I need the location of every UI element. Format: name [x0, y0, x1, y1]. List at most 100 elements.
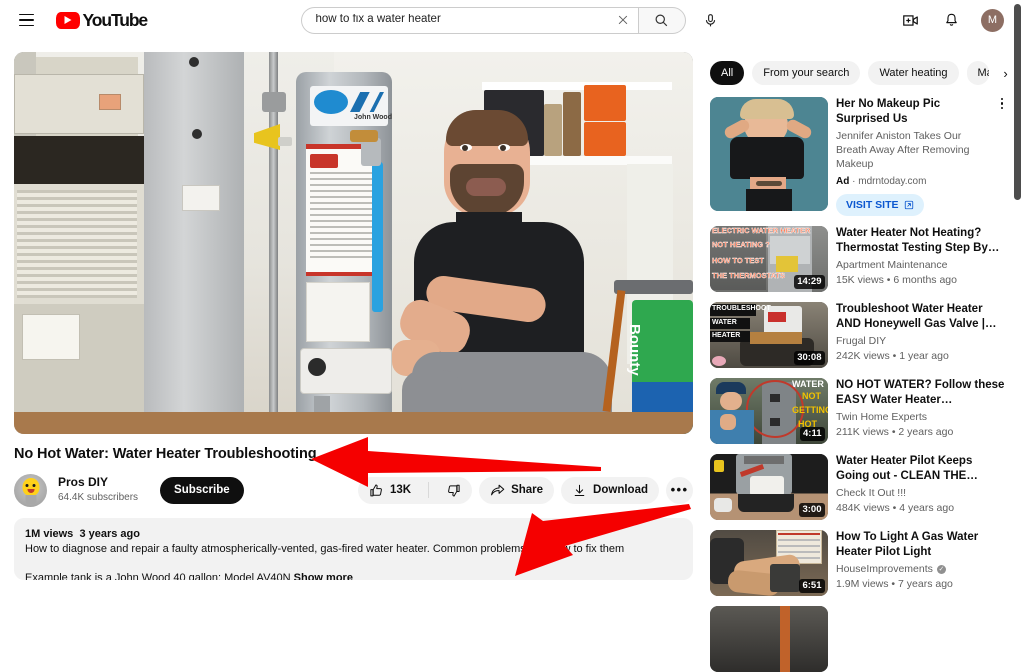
channel-name: Twin Home Experts [836, 411, 928, 423]
page-scrollbar[interactable] [1014, 4, 1021, 200]
masthead-right: M [774, 8, 1024, 32]
video-stats: 484K views • 4 years ago [836, 502, 955, 514]
thumbs-down-icon [448, 484, 460, 496]
channel-name: Frugal DIY [836, 335, 887, 347]
ad-thumbnail[interactable] [710, 97, 828, 211]
share-label: Share [511, 484, 544, 496]
video-thumbnail[interactable]: 3:00 [710, 454, 828, 520]
hamburger-menu-icon[interactable] [13, 7, 39, 33]
video-title[interactable]: NO HOT WATER? Follow these EASY Water He… [836, 378, 1008, 407]
dislike-button[interactable] [435, 477, 472, 504]
sidebar-video-item[interactable]: 6:51 How To Light A Gas Water Heater Pil… [710, 530, 1008, 596]
lightbulb-base [25, 494, 36, 504]
show-more-button[interactable]: Show more [294, 572, 353, 580]
search-icon [655, 14, 668, 26]
sidebar-video-item[interactable]: 3:00 Water Heater Pilot Keeps Going out … [710, 454, 1008, 520]
video-thumbnail[interactable]: WATER NOT GETTING HOT 4:11 [710, 378, 828, 444]
share-arrow-icon [491, 484, 505, 495]
ad-badge: Ad [836, 176, 850, 187]
like-button[interactable]: 13K [358, 477, 422, 504]
video-channel[interactable]: Check It Out !!! [836, 486, 1008, 501]
lightbulb-avatar-icon [22, 477, 39, 496]
channel-name: Apartment Maintenance [836, 259, 948, 271]
video-stats: 15K views • 6 months ago [836, 274, 957, 286]
share-button[interactable]: Share [479, 476, 555, 504]
youtube-logo[interactable]: YouTube [56, 9, 149, 31]
search-bar: how to fix a water heater [300, 6, 724, 34]
video-thumbnail[interactable]: TROUBLESHOOT WATER HEATER 30:08 [710, 302, 828, 368]
video-duration: 30:08 [793, 351, 825, 365]
channel-avatar[interactable] [14, 473, 47, 507]
video-actions: 13K Share Download ••• [357, 476, 693, 504]
view-count: 1M views [25, 528, 74, 540]
filter-chip-water-heating[interactable]: Water heating [868, 61, 959, 85]
video-channel[interactable]: Twin Home Experts [836, 410, 1008, 425]
video-title[interactable]: How To Light A Gas Water Heater Pilot Li… [836, 530, 1008, 559]
video-info [836, 606, 1008, 672]
filter-chip-from-your-search[interactable]: From your search [752, 61, 861, 85]
chevron-right-icon[interactable]: › [997, 66, 1008, 81]
search-input-value: how to fix a water heater [315, 14, 441, 26]
video-channel[interactable]: Frugal DIY [836, 334, 1008, 349]
account-avatar[interactable]: M [981, 8, 1004, 32]
video-frame-content: John Wood Bounty [14, 52, 693, 434]
action-divider [428, 482, 430, 498]
sidebar-video-item[interactable]: ELECTRIC WATER HEATER NOT HEATING ? HOW … [710, 226, 1008, 292]
sidebar-video-item[interactable]: TROUBLESHOOT WATER HEATER 30:08 Troubles… [710, 302, 1008, 368]
video-player[interactable]: John Wood Bounty [14, 52, 693, 434]
video-duration: 14:29 [793, 275, 825, 289]
masthead: YouTube how to fix a water heater M [0, 0, 1024, 40]
video-stats: 1.9M views • 7 years ago [836, 578, 953, 590]
video-stats: 242K views • 1 year ago [836, 350, 949, 362]
video-info: NO HOT WATER? Follow these EASY Water He… [836, 378, 1008, 444]
video-duration: 4:11 [799, 427, 825, 441]
search-input[interactable]: how to fix a water heater [300, 6, 638, 34]
channel-meta: Pros DIY 64.4K subscribers [58, 475, 138, 505]
sidebar-video-item-partial[interactable] [710, 606, 1008, 672]
notifications-button[interactable] [940, 9, 962, 31]
sidebar-ad[interactable]: Her No Makeup Pic Surprised Us Jennifer … [710, 97, 1008, 216]
visit-site-label: VISIT SITE [846, 199, 899, 211]
filter-chip-all[interactable]: All [710, 61, 745, 85]
page-body: John Wood Bounty No Hot Water: Water Hea… [0, 40, 1024, 672]
filter-chip-partial[interactable]: Ma [966, 61, 989, 85]
microphone-icon [705, 13, 715, 26]
masthead-left: YouTube [0, 7, 250, 33]
visit-site-button[interactable]: VISIT SITE [836, 194, 924, 216]
create-video-button[interactable] [899, 9, 921, 31]
channel-name[interactable]: Pros DIY [58, 475, 138, 490]
verified-badge-icon: ✓ [936, 565, 946, 574]
video-info: Water Heater Pilot Keeps Going out - CLE… [836, 454, 1008, 520]
video-thumbnail[interactable] [710, 606, 828, 672]
ad-domain: mdrntoday.com [858, 176, 927, 187]
video-description[interactable]: 1M views 3 years ago How to diagnose and… [14, 518, 693, 580]
ad-source: Ad · mdrntoday.com [836, 176, 994, 187]
search-button[interactable] [637, 6, 686, 34]
publish-date: 3 years ago [79, 528, 140, 540]
video-thumbnail[interactable]: 6:51 [710, 530, 828, 596]
description-stats: 1M views 3 years ago [25, 527, 682, 542]
more-actions-button[interactable]: ••• [666, 476, 693, 504]
video-channel[interactable]: HouseImprovements ✓ [836, 562, 1008, 577]
video-title: No Hot Water: Water Heater Troubleshooti… [14, 446, 317, 462]
more-options-icon[interactable] [996, 98, 1008, 110]
video-duration: 3:00 [798, 503, 825, 517]
like-count: 13K [389, 484, 412, 496]
download-button[interactable]: Download [561, 476, 659, 504]
video-title[interactable]: Water Heater Not Heating? Thermostat Tes… [836, 226, 1008, 255]
voice-search-button[interactable] [696, 6, 724, 34]
video-info: How To Light A Gas Water Heater Pilot Li… [836, 530, 1008, 596]
external-link-icon [904, 200, 913, 210]
masthead-center: how to fix a water heater [250, 6, 774, 34]
close-icon[interactable] [612, 9, 634, 31]
youtube-logo-text: YouTube [82, 9, 149, 30]
description-line-2: Example tank is a John Wood 40 gallon: M… [25, 571, 682, 580]
video-thumbnail[interactable]: ELECTRIC WATER HEATER NOT HEATING ? HOW … [710, 226, 828, 292]
ad-title[interactable]: Her No Makeup Pic Surprised Us [836, 97, 994, 126]
subscribe-button[interactable]: Subscribe [160, 476, 244, 504]
video-title[interactable]: Water Heater Pilot Keeps Going out - CLE… [836, 454, 1008, 483]
video-title[interactable]: Troubleshoot Water Heater AND Honeywell … [836, 302, 1008, 331]
secondary-column: All From your search Water heating Ma › … [710, 61, 1008, 672]
sidebar-video-item[interactable]: WATER NOT GETTING HOT 4:11 NO HOT WATER?… [710, 378, 1008, 444]
video-channel[interactable]: Apartment Maintenance [836, 258, 1008, 273]
